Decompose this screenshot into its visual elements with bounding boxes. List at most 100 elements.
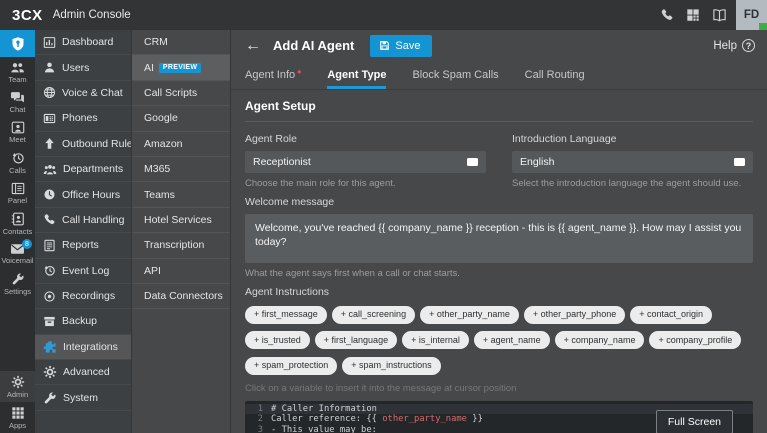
agent-role-help: Choose the main role for this agent.	[245, 178, 486, 189]
nav-item-outbound-rules[interactable]: Outbound Rules	[35, 132, 131, 157]
nav-item-event-log[interactable]: Event Log	[35, 259, 131, 284]
back-arrow-icon[interactable]: ←	[245, 37, 261, 55]
nav-item-office-hours[interactable]: Office Hours	[35, 182, 131, 207]
tab-label: Call Routing	[525, 69, 585, 81]
subnav-item-data-connectors[interactable]: Data Connectors	[132, 284, 230, 309]
subnav-item-transcription[interactable]: Transcription	[132, 233, 230, 258]
rail-item-contacts[interactable]: Contacts	[0, 208, 35, 239]
subnav-item-label: Teams	[144, 189, 175, 201]
variable-chip-spam_protection[interactable]: + spam_protection	[245, 357, 337, 375]
instructions-code-editor[interactable]: Full Screen 1# Caller Information2Caller…	[245, 401, 753, 433]
nav-item-label: Voice & Chat	[62, 87, 123, 99]
nav-item-users[interactable]: Users	[35, 55, 131, 80]
nav-item-phones[interactable]: Phones	[35, 106, 131, 131]
departments-icon	[43, 163, 57, 176]
nav-item-reports[interactable]: Reports	[35, 233, 131, 258]
nav-item-recordings[interactable]: Recordings	[35, 284, 131, 309]
variable-chip-first_language[interactable]: + first_language	[315, 331, 397, 349]
subnav-item-label: AI	[144, 62, 154, 74]
backup-icon	[43, 315, 56, 328]
rail-item-chat[interactable]: Chat	[0, 87, 35, 117]
preview-badge: PREVIEW	[159, 63, 201, 73]
subnav-item-google[interactable]: Google	[132, 106, 230, 131]
apps-icon	[11, 406, 25, 420]
topbar: 3CX Admin Console FD	[0, 0, 767, 30]
subnav-item-amazon[interactable]: Amazon	[132, 132, 230, 157]
rail-item-admin[interactable]: Admin	[0, 371, 35, 402]
rail-item-apps[interactable]: Apps	[0, 402, 35, 433]
nav-item-label: Recordings	[62, 290, 115, 302]
rail-item-label: Team	[8, 75, 26, 84]
nav-item-voice-chat[interactable]: Voice & Chat	[35, 81, 131, 106]
nav-item-label: Integrations	[63, 341, 118, 353]
nav-item-label: Users	[62, 62, 89, 74]
save-button[interactable]: Save	[370, 35, 432, 57]
nav-item-backup[interactable]: Backup	[35, 309, 131, 334]
rail-item-voicemail[interactable]: 8Voicemail	[0, 239, 35, 268]
welcome-message-input[interactable]: Welcome, you've reached {{ company_name …	[245, 214, 753, 263]
dropdown-indicator-icon	[467, 158, 478, 166]
subnav-item-label: CRM	[144, 36, 168, 48]
record-icon	[43, 290, 56, 303]
welcome-message-label: Welcome message	[245, 196, 753, 208]
rail-item-calls[interactable]: Calls	[0, 147, 35, 178]
nav-item-system[interactable]: System	[35, 385, 131, 410]
rail-icon-wrap	[10, 36, 26, 52]
line-number: 1	[245, 404, 271, 414]
variable-chip-call_screening[interactable]: + call_screening	[332, 306, 415, 324]
variable-chip-contact_origin[interactable]: + contact_origin	[630, 306, 712, 324]
nav-item-dashboard[interactable]: Dashboard	[35, 30, 131, 55]
rail-item-meet[interactable]: Meet	[0, 117, 35, 147]
rail-item-panel[interactable]: Panel	[0, 178, 35, 208]
subnav-item-label: M365	[144, 163, 170, 175]
intro-language-select[interactable]: English	[512, 151, 753, 173]
nav-item-departments[interactable]: Departments	[35, 157, 131, 182]
phone-device-icon	[43, 112, 56, 125]
tab-label: Agent Type	[327, 69, 386, 81]
3cx-logo: 3CX	[12, 7, 43, 24]
avatar[interactable]: FD	[736, 0, 767, 30]
variable-chip-company_profile[interactable]: + company_profile	[649, 331, 741, 349]
book-icon[interactable]	[706, 0, 732, 30]
agent-role-select[interactable]: Receptionist	[245, 151, 486, 173]
tab-agent-type[interactable]: Agent Type	[327, 61, 386, 89]
help-link[interactable]: Help ?	[713, 39, 755, 52]
subnav-item-m365[interactable]: M365	[132, 157, 230, 182]
variable-chip-company_name[interactable]: + company_name	[555, 331, 645, 349]
agent-role-label: Agent Role	[245, 133, 486, 145]
variable-chip-is_trusted[interactable]: + is_trusted	[245, 331, 310, 349]
rail-item-admin-console[interactable]	[0, 30, 35, 57]
fullscreen-button[interactable]: Full Screen	[656, 410, 733, 433]
subnav-item-ai[interactable]: AI PREVIEW	[132, 55, 230, 80]
variable-chip-spam_instructions[interactable]: + spam_instructions	[342, 357, 440, 375]
clock-icon	[43, 188, 56, 201]
nav-item-integrations[interactable]: Integrations	[35, 335, 131, 360]
subnav-item-call-scripts[interactable]: Call Scripts	[132, 81, 230, 106]
topbar-actions: FD	[654, 0, 767, 30]
code-text: # Caller Information	[271, 404, 377, 414]
tab-block-spam-calls[interactable]: Block Spam Calls	[412, 61, 498, 89]
nav-item-advanced[interactable]: Advanced	[35, 360, 131, 385]
qr-code-icon[interactable]	[680, 0, 706, 30]
variable-chip-is_internal[interactable]: + is_internal	[402, 331, 469, 349]
app-title: Admin Console	[53, 9, 131, 21]
form-grid: Agent Role Receptionist Choose the main …	[245, 126, 753, 189]
nav-item-call-handling[interactable]: Call Handling	[35, 208, 131, 233]
nav-sidebar: Dashboard Users Voice & Chat PhonesOutbound…	[35, 30, 131, 433]
subnav-item-crm[interactable]: CRM	[132, 30, 230, 55]
subnav-item-teams[interactable]: Teams	[132, 182, 230, 207]
tab-agent-info[interactable]: Agent Info•	[245, 61, 301, 89]
subnav-item-label: Call Scripts	[144, 87, 197, 99]
phone-icon[interactable]	[654, 0, 680, 30]
tab-label: Block Spam Calls	[412, 69, 498, 81]
variable-chip-other_party_name[interactable]: + other_party_name	[420, 306, 519, 324]
variable-chip-other_party_phone[interactable]: + other_party_phone	[524, 306, 625, 324]
rail-item-team[interactable]: Team	[0, 57, 35, 87]
intro-language-value: English	[520, 156, 554, 168]
variable-chip-first_message[interactable]: + first_message	[245, 306, 327, 324]
subnav-item-hotel-services[interactable]: Hotel Services	[132, 208, 230, 233]
tab-call-routing[interactable]: Call Routing	[525, 61, 585, 89]
variable-chip-agent_name[interactable]: + agent_name	[474, 331, 550, 349]
subnav-item-api[interactable]: API	[132, 259, 230, 284]
rail-item-settings[interactable]: Settings	[0, 268, 35, 299]
